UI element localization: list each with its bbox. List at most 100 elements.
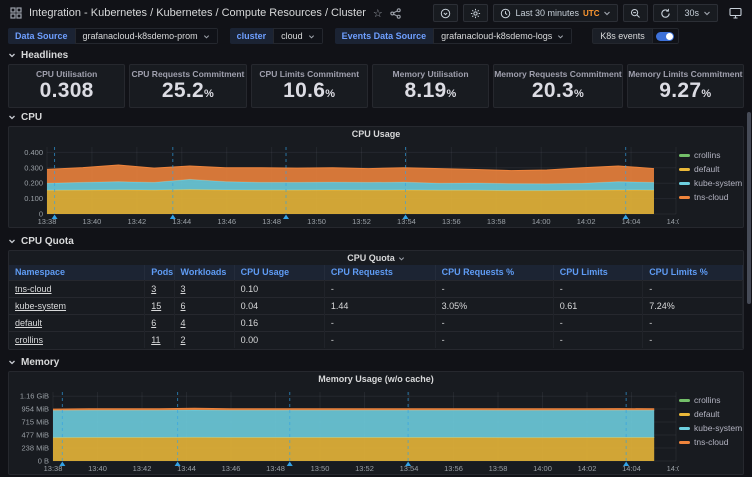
legend-item-default[interactable]: default: [679, 409, 743, 419]
events-datasource-value: grafanacloud-k8sdemo-logs: [441, 31, 552, 41]
legend-item-kube-system[interactable]: kube-system: [679, 423, 743, 433]
section-header-cpu[interactable]: CPU: [0, 110, 752, 124]
x-axis-tick-label: 14:06: [667, 464, 679, 473]
zoom-out-icon: [630, 8, 641, 19]
x-axis-tick-label: 13:52: [355, 464, 374, 473]
dashboard-settings-button[interactable]: [463, 4, 488, 22]
annotation-marker[interactable]: [287, 462, 293, 467]
cluster-dropdown[interactable]: cloud: [273, 28, 323, 44]
section-header-headlines[interactable]: Headlines: [0, 48, 752, 62]
events-datasource-dropdown[interactable]: grafanacloud-k8sdemo-logs: [433, 28, 572, 44]
apps-grid-icon[interactable]: [10, 7, 22, 19]
share-icon[interactable]: [390, 8, 401, 19]
table-cell: 0.10: [234, 280, 324, 297]
table-cell: -: [324, 331, 435, 348]
table-cell-link[interactable]: 3: [151, 284, 156, 294]
zoom-out-time-button[interactable]: [623, 4, 648, 22]
table-cell: -: [435, 331, 553, 348]
panel-title-cpu-quota[interactable]: CPU Quota: [9, 251, 743, 265]
table-cell-link[interactable]: 4: [181, 318, 186, 328]
legend-label: crollins: [694, 395, 720, 405]
legend-item-kube-system[interactable]: kube-system: [679, 178, 743, 188]
column-header-cpu-usage[interactable]: CPU Usage: [234, 265, 324, 280]
x-axis-tick-label: 14:06: [667, 217, 679, 226]
circle-arrow-button[interactable]: [433, 4, 458, 22]
datasource-dropdown[interactable]: grafanacloud-k8sdemo-prom: [75, 28, 218, 44]
table-cell-link[interactable]: 6: [181, 301, 186, 311]
stat-panel-cpu-utilisation[interactable]: CPU Utilisation0.308: [8, 64, 125, 108]
stat-panel-cpu-limits-commitment[interactable]: CPU Limits Commitment10.6%: [251, 64, 368, 108]
datasource-label: Data Source: [8, 28, 75, 44]
legend-swatch: [679, 413, 690, 416]
breadcrumb[interactable]: Integration - Kubernetes / Kubernetes / …: [29, 7, 366, 19]
cpu-usage-panel: CPU Usage 13:3813:4013:4213:4413:4613:48…: [8, 126, 744, 228]
column-header-cpu-limits-[interactable]: CPU Limits %: [643, 265, 743, 280]
table-cell-link[interactable]: 6: [151, 318, 156, 328]
panel-title-cpu-usage[interactable]: CPU Usage: [9, 127, 743, 141]
legend-label: tns-cloud: [694, 192, 729, 202]
table-cell: 0.04: [234, 297, 324, 314]
panel-title-text: CPU Quota: [347, 251, 395, 266]
section-header-cpu-quota[interactable]: CPU Quota: [0, 234, 752, 248]
table-cell: default: [9, 314, 145, 331]
refresh-button[interactable]: [653, 4, 678, 22]
x-axis-tick-label: 13:50: [311, 464, 330, 473]
table-cell-link[interactable]: kube-system: [15, 301, 66, 311]
legend-item-tns-cloud[interactable]: tns-cloud: [679, 437, 743, 447]
legend-item-crollins[interactable]: crollins: [679, 395, 743, 405]
monitor-icon: [729, 7, 742, 19]
x-axis-tick-label: 13:56: [442, 217, 461, 226]
gear-icon: [470, 8, 481, 19]
column-header-pods[interactable]: Pods: [145, 265, 174, 280]
stat-panel-memory-limits-commitment[interactable]: Memory Limits Commitment9.27%: [627, 64, 744, 108]
legend-item-crollins[interactable]: crollins: [679, 150, 743, 160]
x-axis-tick-label: 13:40: [88, 464, 107, 473]
column-header-cpu-requests[interactable]: CPU Requests: [324, 265, 435, 280]
panel-title-memory-usage[interactable]: Memory Usage (w/o cache): [9, 372, 743, 386]
stat-panel-cpu-requests-commitment[interactable]: CPU Requests Commitment25.2%: [129, 64, 246, 108]
column-header-workloads[interactable]: Workloads: [174, 265, 234, 280]
events-datasource-variable: Events Data Source grafanacloud-k8sdemo-…: [335, 28, 573, 44]
table-cell: -: [643, 331, 743, 348]
stat-title: Memory Requests Commitment: [494, 69, 622, 79]
table-cell-link[interactable]: tns-cloud: [15, 284, 52, 294]
x-axis-tick-label: 14:00: [533, 464, 552, 473]
time-range-picker[interactable]: Last 30 minutes UTC: [493, 4, 618, 22]
column-header-cpu-requests-[interactable]: CPU Requests %: [435, 265, 553, 280]
table-cell: crollins: [9, 331, 145, 348]
section-header-memory[interactable]: Memory: [0, 355, 752, 369]
table-cell: 11: [145, 331, 174, 348]
series-area-kube-system: [53, 410, 654, 438]
legend-item-default[interactable]: default: [679, 164, 743, 174]
stat-panel-memory-utilisation[interactable]: Memory Utilisation8.19%: [372, 64, 489, 108]
table-cell-link[interactable]: crollins: [15, 335, 43, 345]
memory-usage-panel: Memory Usage (w/o cache) 13:3813:4013:42…: [8, 371, 744, 475]
refresh-interval-dropdown[interactable]: 30s: [678, 4, 718, 22]
page-scrollbar[interactable]: [747, 112, 751, 304]
table-cell-link[interactable]: 3: [181, 284, 186, 294]
table-cell: 0.61: [553, 297, 642, 314]
stat-title: CPU Limits Commitment: [259, 69, 359, 79]
legend-item-tns-cloud[interactable]: tns-cloud: [679, 192, 743, 202]
column-header-namespace[interactable]: Namespace: [9, 265, 145, 280]
table-row-tns-cloud: tns-cloud330.10----: [9, 280, 743, 297]
legend-swatch: [679, 154, 690, 157]
annotation-marker[interactable]: [283, 215, 289, 220]
table-cell-link[interactable]: default: [15, 318, 42, 328]
cluster-label: cluster: [230, 28, 274, 44]
table-cell-link[interactable]: 2: [181, 335, 186, 345]
cpu-usage-chart[interactable]: 13:3813:4013:4213:4413:4613:4813:5013:52…: [9, 141, 679, 227]
stat-value: 8.19%: [404, 79, 456, 103]
star-icon[interactable]: ☆: [373, 7, 383, 20]
table-cell-link[interactable]: 11: [151, 335, 160, 345]
stat-panel-memory-requests-commitment[interactable]: Memory Requests Commitment20.3%: [493, 64, 623, 108]
x-axis-tick-label: 13:52: [352, 217, 371, 226]
stat-title: Memory Utilisation: [393, 69, 469, 79]
column-header-cpu-limits[interactable]: CPU Limits: [553, 265, 642, 280]
kiosk-mode-button[interactable]: [729, 7, 742, 19]
legend-label: kube-system: [694, 423, 742, 433]
table-cell-link[interactable]: 15: [151, 301, 161, 311]
k8s-events-toggle[interactable]: [653, 28, 679, 44]
legend-swatch: [679, 196, 690, 199]
memory-usage-chart[interactable]: 13:3813:4013:4213:4413:4613:4813:5013:52…: [9, 386, 679, 474]
